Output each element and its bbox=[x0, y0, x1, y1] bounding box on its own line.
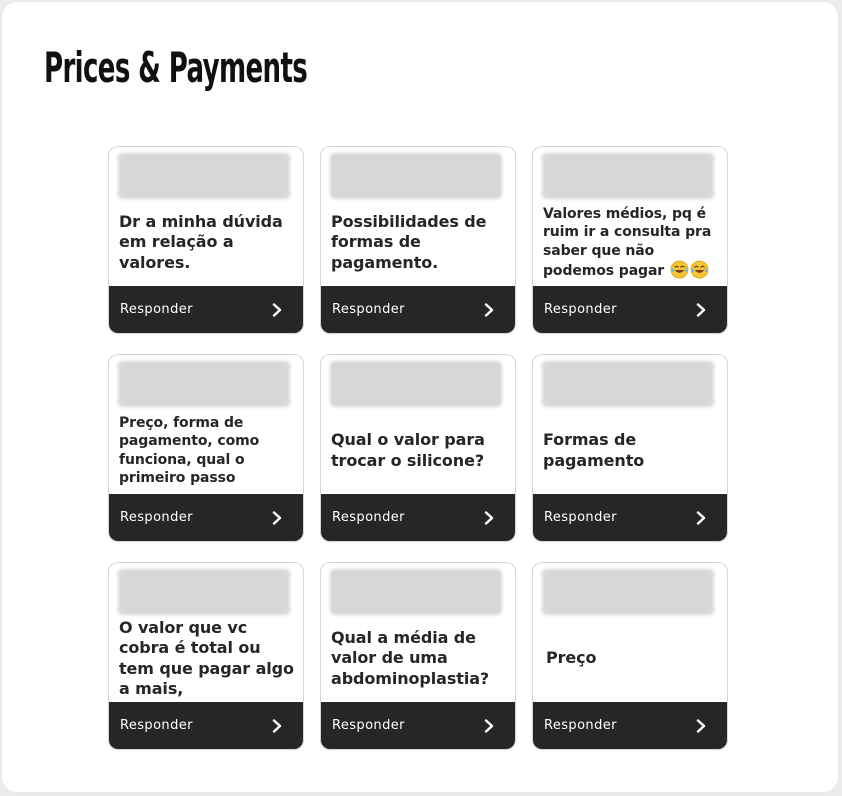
blurred-user-header bbox=[542, 361, 714, 407]
question-text: Possibilidades de formas de pagamento. bbox=[331, 211, 487, 272]
reply-button-label: Responder bbox=[332, 510, 405, 525]
question-text: Qual a média de valor de uma abdominopla… bbox=[331, 627, 490, 688]
question-card: Preço Responder bbox=[532, 562, 728, 750]
prices-payments-panel: Prices & Payments Dr a minha dúvida em r… bbox=[1, 1, 839, 793]
blurred-user-header bbox=[330, 569, 502, 615]
question-text-area: Qual o valor para trocar o silicone? bbox=[331, 407, 507, 494]
blurred-user-header bbox=[118, 569, 290, 615]
question-text: O valor que vc cobra é total ou tem que … bbox=[119, 617, 294, 699]
chevron-right-icon bbox=[484, 302, 494, 317]
blurred-user-header bbox=[330, 361, 502, 407]
question-card: Valores médios, pq é ruim ir a consulta … bbox=[532, 146, 728, 334]
question-card: Preço, forma de pagamento, como funciona… bbox=[108, 354, 304, 542]
reply-button-label: Responder bbox=[544, 510, 617, 525]
chevron-right-icon bbox=[484, 718, 494, 733]
chevron-right-icon bbox=[696, 510, 706, 525]
chevron-right-icon bbox=[272, 510, 282, 525]
reply-button[interactable]: Responder bbox=[109, 494, 303, 541]
reply-button[interactable]: Responder bbox=[533, 494, 727, 541]
question-text-area: Formas de pagamento bbox=[543, 407, 719, 494]
question-text-area: Possibilidades de formas de pagamento. bbox=[331, 199, 507, 286]
chevron-right-icon bbox=[272, 718, 282, 733]
question-card: Qual a média de valor de uma abdominopla… bbox=[320, 562, 516, 750]
reply-button[interactable]: Responder bbox=[533, 702, 727, 749]
reply-button-label: Responder bbox=[544, 718, 617, 733]
reply-button-label: Responder bbox=[120, 510, 193, 525]
question-text-area: Qual a média de valor de uma abdominopla… bbox=[331, 615, 507, 702]
question-card-grid: Dr a minha dúvida em relação a valores. … bbox=[108, 146, 728, 750]
reply-button[interactable]: Responder bbox=[109, 286, 303, 333]
question-text: Qual o valor para trocar o silicone? bbox=[331, 430, 485, 470]
question-text-area: Preço bbox=[543, 615, 719, 702]
question-text-area: O valor que vc cobra é total ou tem que … bbox=[119, 615, 295, 702]
question-card: Qual o valor para trocar o silicone? Res… bbox=[320, 354, 516, 542]
question-card: Dr a minha dúvida em relação a valores. … bbox=[108, 146, 304, 334]
laughing-crying-emoji bbox=[690, 260, 709, 279]
chevron-right-icon bbox=[484, 510, 494, 525]
question-card: Formas de pagamento Responder bbox=[532, 354, 728, 542]
reply-button-label: Responder bbox=[120, 302, 193, 317]
blurred-user-header bbox=[542, 153, 714, 199]
question-text: Preço bbox=[546, 648, 597, 668]
question-text-area: Valores médios, pq é ruim ir a consulta … bbox=[543, 199, 719, 286]
blurred-user-header bbox=[542, 569, 714, 615]
reply-button[interactable]: Responder bbox=[109, 702, 303, 749]
laughing-crying-emoji bbox=[670, 260, 689, 279]
question-text-area: Dr a minha dúvida em relação a valores. bbox=[119, 199, 295, 286]
blurred-user-header bbox=[118, 153, 290, 199]
page-title: Prices & Payments bbox=[44, 43, 308, 92]
reply-button[interactable]: Responder bbox=[321, 702, 515, 749]
reply-button[interactable]: Responder bbox=[321, 286, 515, 333]
blurred-user-header bbox=[330, 153, 502, 199]
reply-button-label: Responder bbox=[332, 718, 405, 733]
reply-button-label: Responder bbox=[120, 718, 193, 733]
reply-button[interactable]: Responder bbox=[533, 286, 727, 333]
chevron-right-icon bbox=[696, 718, 706, 733]
question-text-area: Preço, forma de pagamento, como funciona… bbox=[119, 407, 295, 494]
question-card: O valor que vc cobra é total ou tem que … bbox=[108, 562, 304, 750]
question-text: Valores médios, pq é ruim ir a consulta … bbox=[543, 205, 719, 281]
chevron-right-icon bbox=[696, 302, 706, 317]
blurred-user-header bbox=[118, 361, 290, 407]
question-text: Preço, forma de pagamento, como funciona… bbox=[119, 414, 260, 487]
chevron-right-icon bbox=[272, 302, 282, 317]
question-card: Possibilidades de formas de pagamento. R… bbox=[320, 146, 516, 334]
reply-button-label: Responder bbox=[332, 302, 405, 317]
question-text: Dr a minha dúvida em relação a valores. bbox=[119, 211, 283, 272]
question-text: Formas de pagamento bbox=[543, 430, 645, 470]
reply-button-label: Responder bbox=[544, 302, 617, 317]
reply-button[interactable]: Responder bbox=[321, 494, 515, 541]
